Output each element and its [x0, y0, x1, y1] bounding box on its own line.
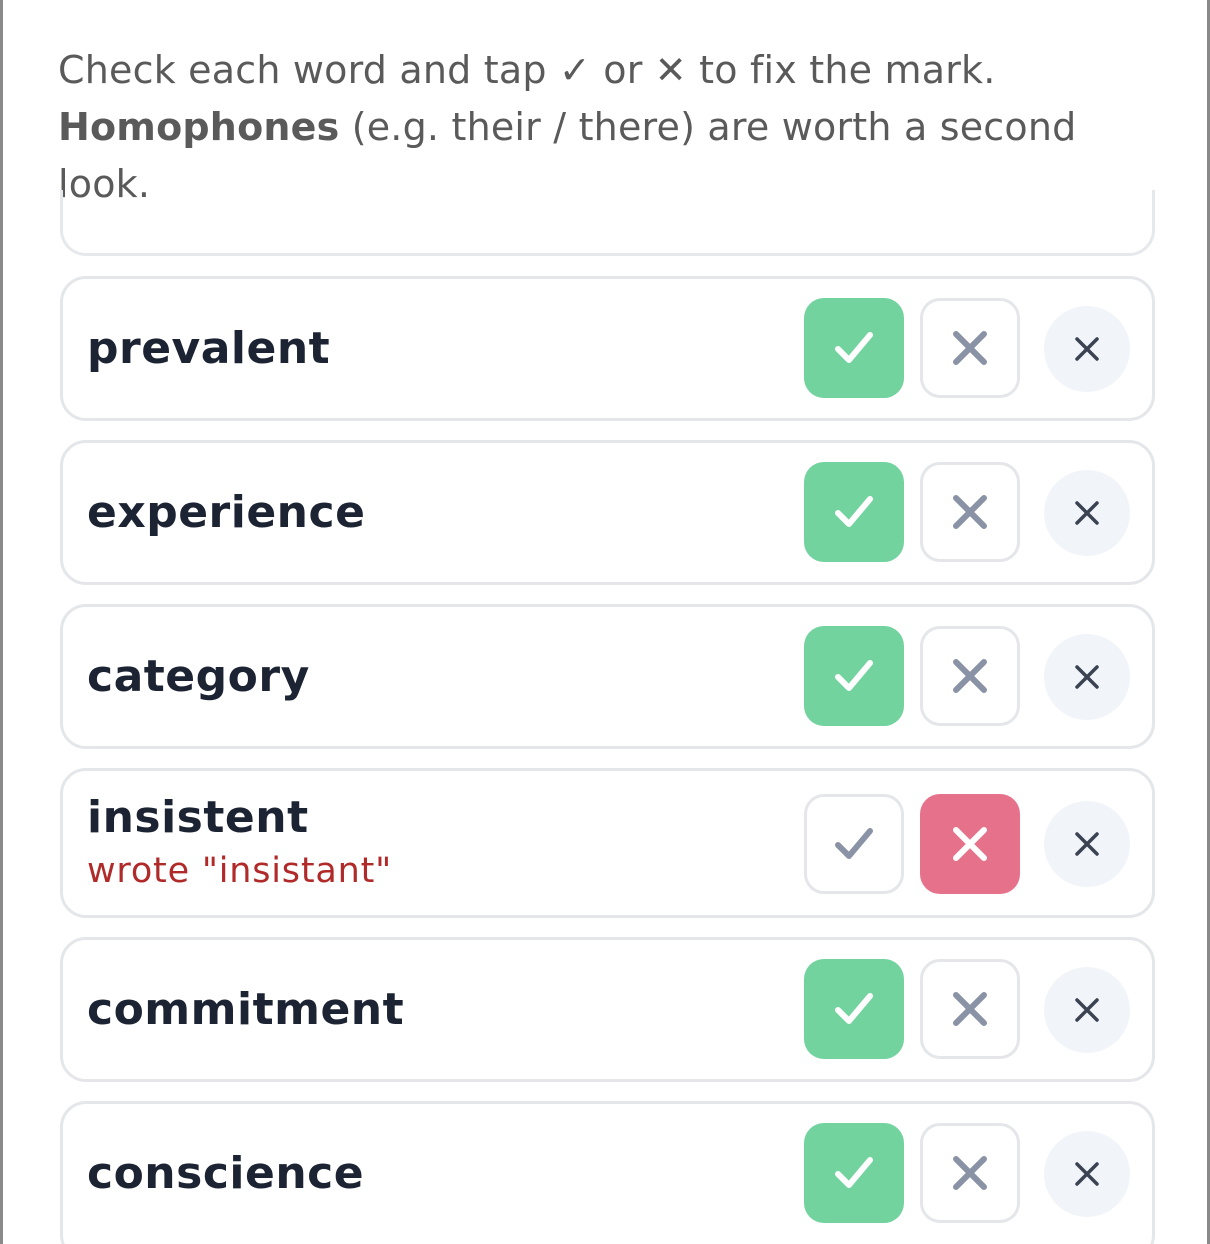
remove-word-button[interactable] [1044, 1131, 1130, 1217]
mark-correct-button[interactable] [804, 1123, 904, 1223]
remove-word-button[interactable] [1044, 306, 1130, 392]
word-label: prevalent [87, 323, 331, 374]
mark-correct-button[interactable] [804, 959, 904, 1059]
check-icon [835, 496, 873, 527]
close-icon [1075, 832, 1099, 856]
x-icon [953, 992, 987, 1026]
x-icon [953, 1156, 987, 1190]
x-icon [953, 827, 987, 861]
instructions-bold-term: Homophones [58, 105, 340, 149]
check-icon [835, 660, 873, 691]
word-row: commitment [60, 937, 1155, 1082]
check-icon [835, 993, 873, 1024]
instructions-text: Check each word and tap ✓ or ✕ to fix th… [58, 42, 1148, 213]
mark-correct-button[interactable] [804, 626, 904, 726]
word-review-panel: Check each word and tap ✓ or ✕ to fix th… [0, 0, 1210, 1244]
word-row: experience [60, 440, 1155, 585]
remove-word-button[interactable] [1044, 470, 1130, 556]
word-row: insistent wrote "insistant" [60, 768, 1155, 918]
word-row: category [60, 604, 1155, 749]
x-icon [953, 659, 987, 693]
mark-incorrect-button[interactable] [920, 626, 1020, 726]
mark-correct-button[interactable] [804, 794, 904, 894]
mark-correct-button[interactable] [804, 462, 904, 562]
remove-word-button[interactable] [1044, 967, 1130, 1053]
close-icon [1075, 501, 1099, 525]
word-label: conscience [87, 1148, 365, 1199]
word-label: insistent [87, 792, 309, 843]
mark-incorrect-button[interactable] [920, 298, 1020, 398]
word-label: experience [87, 487, 366, 538]
close-icon [1075, 998, 1099, 1022]
remove-word-button[interactable] [1044, 801, 1130, 887]
check-icon [835, 1157, 873, 1188]
remove-word-button[interactable] [1044, 634, 1130, 720]
mark-incorrect-button[interactable] [920, 794, 1020, 894]
close-icon [1075, 337, 1099, 361]
word-label: category [87, 651, 310, 702]
word-label: commitment [87, 984, 405, 1035]
misspelling-note: wrote "insistant" [87, 851, 393, 891]
check-icon [835, 332, 873, 363]
previous-word-card-edge [60, 190, 1155, 256]
x-icon [953, 331, 987, 365]
check-icon [835, 828, 873, 859]
word-row: prevalent [60, 276, 1155, 421]
close-icon [1075, 1162, 1099, 1186]
mark-incorrect-button[interactable] [920, 462, 1020, 562]
instructions-line1: Check each word and tap ✓ or ✕ to fix th… [58, 48, 996, 92]
mark-incorrect-button[interactable] [920, 1123, 1020, 1223]
word-row: conscience [60, 1101, 1155, 1244]
mark-correct-button[interactable] [804, 298, 904, 398]
mark-incorrect-button[interactable] [920, 959, 1020, 1059]
x-icon [953, 495, 987, 529]
close-icon [1075, 665, 1099, 689]
